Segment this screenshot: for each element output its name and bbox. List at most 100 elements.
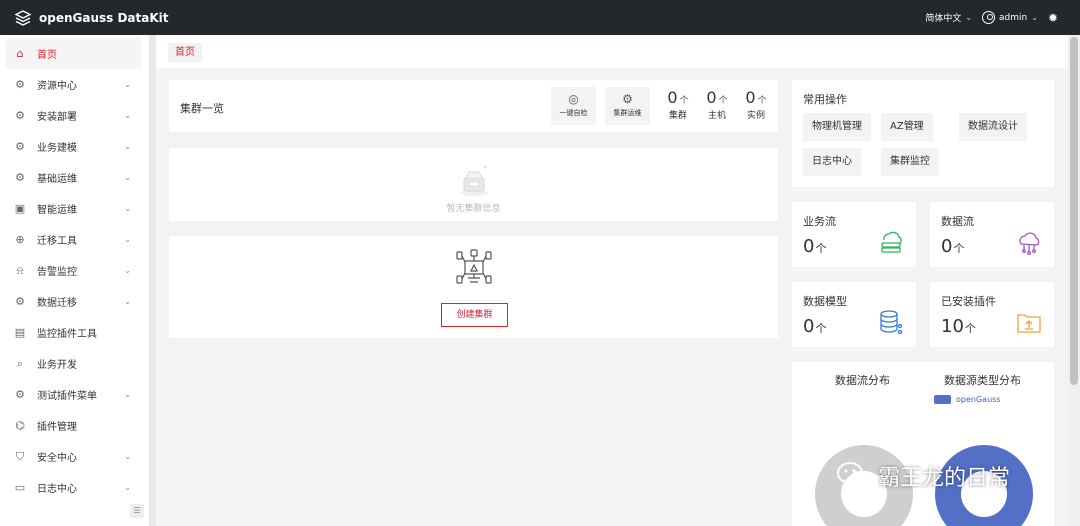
sidebar-item-3[interactable]: ⚙ 业务建模 ⌄ <box>0 131 149 162</box>
stat-label: 主机 <box>707 111 726 121</box>
create-cluster-card: 创建集群 <box>169 236 778 338</box>
self-check-button[interactable]: ◎ 一键自检 <box>551 87 596 125</box>
language-label: 简体中文 <box>925 14 962 24</box>
chevron-down-icon: ⌄ <box>124 452 131 461</box>
cloud-server-icon <box>881 231 902 253</box>
sidebar-item-label: 安装部署 <box>37 112 77 123</box>
metric-value: 0个 <box>803 236 827 257</box>
page-scrollbar[interactable] <box>1068 35 1080 526</box>
sidebar-item-label: 首页 <box>37 50 57 61</box>
sidebar-item-2[interactable]: ⚙ 安装部署 ⌄ <box>0 100 149 131</box>
gear-icon: ⚙ <box>622 92 633 106</box>
gear-icon: ⚙ <box>15 140 25 153</box>
app-title: openGauss DataKit <box>39 10 169 25</box>
sidebar-item-9[interactable]: ▤ 监控插件工具 <box>0 317 149 348</box>
op-cluster-monitor-button[interactable]: 集群监控 <box>881 148 939 176</box>
sun-icon: ✹ <box>1047 10 1058 25</box>
scrollbar-thumb[interactable] <box>1070 37 1078 385</box>
gear-icon: ⚙ <box>15 295 25 308</box>
empty-box-icon <box>460 165 488 196</box>
stat-value: 0 <box>667 88 678 107</box>
sidebar-item-label: 业务开发 <box>37 360 77 371</box>
breadcrumb-bar: 首页 <box>156 35 1068 68</box>
common-ops-title: 常用操作 <box>803 93 847 106</box>
chevron-down-icon: ⌄ <box>124 80 131 89</box>
sidebar-item-0[interactable]: ⌂ 首页 <box>6 38 141 69</box>
op-az-button[interactable]: AZ管理 <box>881 113 933 141</box>
metric-card-business-flow[interactable]: 业务流 0个 <box>792 202 916 267</box>
metric-title: 业务流 <box>803 215 836 228</box>
sidebar-item-14[interactable]: ▭ 日志中心 ⌄ <box>0 472 149 503</box>
document-icon: ▭ <box>14 481 26 494</box>
chevron-down-icon: ⌄ <box>124 173 131 182</box>
shield-icon: ⛉ <box>15 449 25 463</box>
sidebar-item-7[interactable]: ⍾ 告警监控 ⌄ <box>0 255 149 286</box>
breadcrumb-tab-home[interactable]: 首页 <box>168 43 202 62</box>
cluster-overview-title: 集群一览 <box>180 102 224 115</box>
sidebar-item-label: 监控插件工具 <box>37 329 97 340</box>
sidebar-item-8[interactable]: ⚙ 数据迁移 ⌄ <box>0 286 149 317</box>
sidebar-item-label: 告警监控 <box>37 267 77 278</box>
cluster-ops-button[interactable]: ⚙ 集群运维 <box>605 87 650 125</box>
user-name: admin <box>999 12 1028 23</box>
wechat-logo-icon <box>837 462 871 489</box>
metric-card-data-flow[interactable]: 数据流 0个 <box>930 202 1054 267</box>
op-dataflow-design-button[interactable]: 数据流设计 <box>959 113 1027 141</box>
chevron-down-icon: ⌄ <box>124 297 131 306</box>
metric-value: 10个 <box>941 316 976 337</box>
sidebar-item-1[interactable]: ⚙ 资源中心 ⌄ <box>0 69 149 100</box>
sidebar-item-12[interactable]: ⌬ 插件管理 <box>0 410 149 441</box>
cluster-topology-icon <box>456 249 492 284</box>
theme-toggle[interactable]: ✹ <box>1048 11 1058 25</box>
top-bar: openGauss DataKit 简体中文 ⌄ admin ⌄ ✹ <box>0 0 1080 35</box>
chart-legend[interactable]: openGauss <box>934 395 1000 404</box>
language-selector[interactable]: 简体中文 ⌄ <box>925 11 972 24</box>
op-log-center-button[interactable]: 日志中心 <box>803 148 861 176</box>
metric-card-data-model[interactable]: 数据模型 0个 <box>792 282 916 347</box>
collapse-sidebar-icon[interactable]: ☰ <box>130 504 144 518</box>
sidebar-item-label: 迁移工具 <box>37 236 77 247</box>
gear-icon: ⚙ <box>15 171 25 184</box>
sidebar-item-label: 资源中心 <box>37 81 77 92</box>
sidebar-item-11[interactable]: ⚙ 测试插件菜单 ⌄ <box>0 379 149 410</box>
sidebar-item-13[interactable]: ⛉ 安全中心 ⌄ <box>0 441 149 472</box>
metric-title: 数据流 <box>941 215 974 228</box>
self-check-label: 一键自检 <box>559 109 588 117</box>
create-cluster-button[interactable]: 创建集群 <box>441 303 508 327</box>
chevron-down-icon: ⌄ <box>124 390 131 399</box>
sidebar-item-4[interactable]: ⚙ 基础运维 ⌄ <box>0 162 149 193</box>
watermark-text: 霸王龙的日常 <box>878 466 1011 491</box>
search-icon: ⌕ <box>16 356 24 370</box>
stat-label: 实例 <box>746 111 765 121</box>
folder-upload-icon <box>1017 314 1041 333</box>
op-physical-machine-button[interactable]: 物理机管理 <box>803 113 871 141</box>
metric-title: 数据模型 <box>803 295 847 308</box>
target-icon: ◎ <box>568 92 579 106</box>
stat-unit: 个 <box>757 96 767 106</box>
sidebar-item-5[interactable]: ▣ 智能运维 ⌄ <box>0 193 149 224</box>
legend-label: openGauss <box>956 395 1001 404</box>
common-ops-card: 常用操作 物理机管理 AZ管理 数据流设计 日志中心 集群监控 <box>792 80 1054 187</box>
sidebar: ⌂ 首页 ⚙ 资源中心 ⌄ ⚙ 安装部署 ⌄ ⚙ 业务建模 ⌄ ⚙ 基础运维 ⌄ ▣ 智能运维 ⌄ ⊕ 迁移工具 ⌄ ⍾… <box>0 35 150 526</box>
dashboard-icon: ▤ <box>14 326 26 339</box>
distribution-card: 数据流分布 数据源类型分布 openGauss <box>792 362 1054 526</box>
sidebar-item-label: 基础运维 <box>37 174 77 185</box>
metric-card-installed-plugins[interactable]: 已安装插件 10个 <box>930 282 1054 347</box>
logo-icon <box>14 9 32 27</box>
stat-value: 0 <box>706 88 717 107</box>
chevron-down-icon: ⌄ <box>124 111 131 120</box>
stat-clusters: 0个 集群 <box>661 88 695 121</box>
empty-state-text: 暂无集群信息 <box>446 204 501 214</box>
user-icon <box>982 11 996 24</box>
sidebar-item-label: 安全中心 <box>37 453 77 464</box>
user-menu[interactable]: admin ⌄ <box>982 11 1038 24</box>
sidebar-item-6[interactable]: ⊕ 迁移工具 ⌄ <box>0 224 149 255</box>
gear-icon: ⚙ <box>15 388 25 401</box>
cluster-info-card: 暂无集群信息 <box>169 148 778 221</box>
metric-value: 0个 <box>941 236 965 257</box>
sidebar-item-10[interactable]: ⌕ 业务开发 <box>0 348 149 379</box>
monitor-icon: ▣ <box>14 202 26 215</box>
gear-icon: ⚙ <box>15 109 25 122</box>
stat-instances: 0个 实例 <box>739 88 773 121</box>
sidebar-item-label: 智能运维 <box>37 205 77 216</box>
